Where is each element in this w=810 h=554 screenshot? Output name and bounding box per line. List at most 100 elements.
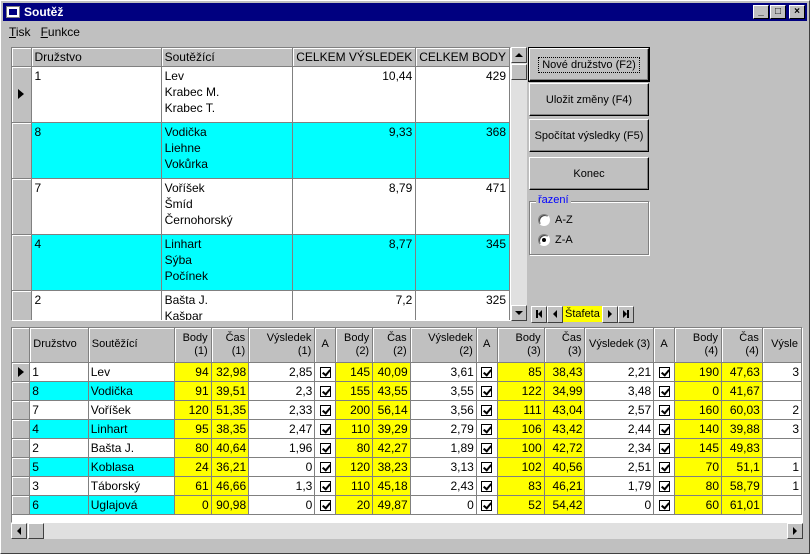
result-cell[interactable]: 1,96 xyxy=(248,438,316,458)
results-column-header[interactable]: Body (4) xyxy=(674,328,723,363)
time-cell[interactable]: 38,35 xyxy=(211,419,250,439)
checkbox[interactable] xyxy=(319,480,331,492)
results-row[interactable]: 6 Uglajová 0 90,98 0 20 49,87 0 52 54,42 0 60 61,01 xyxy=(12,495,802,515)
result-cell[interactable]: 2,3 xyxy=(248,381,316,401)
checkbox[interactable] xyxy=(658,423,670,435)
results-column-header[interactable]: Body (3) xyxy=(497,328,545,363)
minimize-button[interactable]: _ xyxy=(753,5,769,19)
time-cell[interactable]: 40,56 xyxy=(544,457,586,477)
team-number-cell[interactable]: 4 xyxy=(29,419,89,439)
new-team-button[interactable]: Nové družstvo (F2) xyxy=(528,47,650,82)
time-cell[interactable]: 32,98 xyxy=(211,362,250,382)
attempt-checkbox-cell[interactable] xyxy=(476,495,498,515)
time-cell[interactable]: 49,87 xyxy=(372,495,411,515)
result-cell[interactable]: 1,79 xyxy=(584,476,655,496)
result-cell[interactable]: 0 xyxy=(410,495,477,515)
checkbox[interactable] xyxy=(319,423,331,435)
menu-tisk[interactable]: Tisk xyxy=(3,25,35,39)
points-cell[interactable]: 80 xyxy=(335,438,374,458)
points-cell[interactable]: 106 xyxy=(497,419,545,439)
team-number-cell[interactable]: 3 xyxy=(29,476,89,496)
results-column-header[interactable]: Čas (1) xyxy=(211,328,250,363)
checkbox[interactable] xyxy=(481,404,493,416)
teams-summary-grid[interactable]: Družstvo Soutěžící CELKEM VÝSLEDEK CELKE… xyxy=(11,47,511,321)
checkbox[interactable] xyxy=(481,366,493,378)
total-result-cell[interactable]: 7,2 xyxy=(292,290,417,320)
results-row[interactable]: 7 Voříšek 120 51,35 2,33 200 56,14 3,56 111 43,04… xyxy=(12,400,802,420)
total-points-cell[interactable]: 345 xyxy=(415,234,510,291)
row-selector[interactable] xyxy=(12,438,31,458)
points-cell[interactable]: 91 xyxy=(174,381,212,401)
attempt-checkbox-cell[interactable] xyxy=(476,362,498,382)
save-changes-button[interactable]: Uložit změny (F4) xyxy=(529,83,649,116)
time-cell[interactable]: 39,29 xyxy=(372,419,411,439)
team-number-cell[interactable]: 8 xyxy=(29,381,89,401)
radio-az[interactable] xyxy=(538,214,550,226)
points-cell[interactable]: 24 xyxy=(174,457,212,477)
column-header-members[interactable]: Soutěžící xyxy=(161,48,294,67)
time-cell[interactable]: 47,63 xyxy=(721,362,763,382)
attempt-checkbox-cell[interactable] xyxy=(476,476,498,496)
competitor-cell[interactable]: Uglajová xyxy=(88,495,175,515)
members-cell[interactable]: Vodička Liehne Vokůrka xyxy=(161,122,294,179)
result-cell[interactable]: 0 xyxy=(248,457,316,477)
result-cell[interactable]: 2,33 xyxy=(248,400,316,420)
result-cell[interactable]: 2,43 xyxy=(410,476,477,496)
time-cell[interactable]: 43,42 xyxy=(544,419,586,439)
checkbox[interactable] xyxy=(658,461,670,473)
result-cell[interactable]: 3,48 xyxy=(584,381,655,401)
result-cell[interactable]: 3,61 xyxy=(410,362,477,382)
result-cell[interactable] xyxy=(762,381,802,401)
row-selector[interactable] xyxy=(12,476,31,496)
points-cell[interactable]: 110 xyxy=(335,419,374,439)
attempt-checkbox-cell[interactable] xyxy=(476,400,498,420)
result-cell[interactable]: 3,55 xyxy=(410,381,477,401)
attempt-checkbox-cell[interactable] xyxy=(653,362,675,382)
team-row[interactable]: 7 Voříšek Šmíd Černohorský 8,79 471 xyxy=(12,178,510,235)
team-row[interactable]: 4 Linhart Sýba Počínek 8,77 345 xyxy=(12,234,510,291)
time-cell[interactable]: 34,99 xyxy=(544,381,586,401)
results-row[interactable]: 3 Táborský 61 46,66 1,3 110 45,18 2,43 83 46,21 1,… xyxy=(12,476,802,496)
points-cell[interactable]: 190 xyxy=(674,362,723,382)
team-number-cell[interactable]: 2 xyxy=(29,438,89,458)
previous-record-button[interactable] xyxy=(547,305,563,323)
time-cell[interactable]: 90,98 xyxy=(211,495,250,515)
time-cell[interactable]: 58,79 xyxy=(721,476,763,496)
app-icon[interactable] xyxy=(6,6,20,18)
result-cell[interactable]: 3,56 xyxy=(410,400,477,420)
total-points-cell[interactable]: 325 xyxy=(415,290,510,320)
checkbox[interactable] xyxy=(481,423,493,435)
time-cell[interactable]: 39,51 xyxy=(211,381,250,401)
results-column-header[interactable]: Výsledek (2) xyxy=(410,328,477,363)
row-selector[interactable] xyxy=(12,419,31,439)
time-cell[interactable]: 42,72 xyxy=(544,438,586,458)
row-selector[interactable] xyxy=(12,66,32,123)
team-number-cell[interactable]: 7 xyxy=(31,178,162,235)
checkbox[interactable] xyxy=(481,442,493,454)
column-header-total-points[interactable]: CELKEM BODY xyxy=(415,48,510,67)
row-selector[interactable] xyxy=(12,457,31,477)
checkbox[interactable] xyxy=(319,499,331,511)
results-column-header[interactable]: A xyxy=(476,328,498,363)
points-cell[interactable]: 160 xyxy=(674,400,723,420)
result-cell[interactable]: 2,47 xyxy=(248,419,316,439)
team-number-cell[interactable]: 8 xyxy=(31,122,162,179)
points-cell[interactable]: 102 xyxy=(497,457,545,477)
points-cell[interactable]: 140 xyxy=(674,419,723,439)
last-record-button[interactable] xyxy=(617,305,634,323)
row-selector[interactable] xyxy=(12,290,32,320)
attempt-checkbox-cell[interactable] xyxy=(314,457,337,477)
total-points-cell[interactable]: 471 xyxy=(415,178,510,235)
attempt-checkbox-cell[interactable] xyxy=(314,495,337,515)
attempt-checkbox-cell[interactable] xyxy=(653,438,675,458)
attempt-checkbox-cell[interactable] xyxy=(314,400,337,420)
team-number-cell[interactable]: 4 xyxy=(31,234,162,291)
checkbox[interactable] xyxy=(658,442,670,454)
team-number-cell[interactable]: 2 xyxy=(31,290,162,320)
result-cell[interactable]: 1 xyxy=(762,457,802,477)
points-cell[interactable]: 60 xyxy=(674,495,723,515)
time-cell[interactable]: 39,88 xyxy=(721,419,763,439)
menu-funkce[interactable]: Funkce xyxy=(35,25,84,39)
checkbox[interactable] xyxy=(481,499,493,511)
time-cell[interactable]: 60,03 xyxy=(721,400,763,420)
